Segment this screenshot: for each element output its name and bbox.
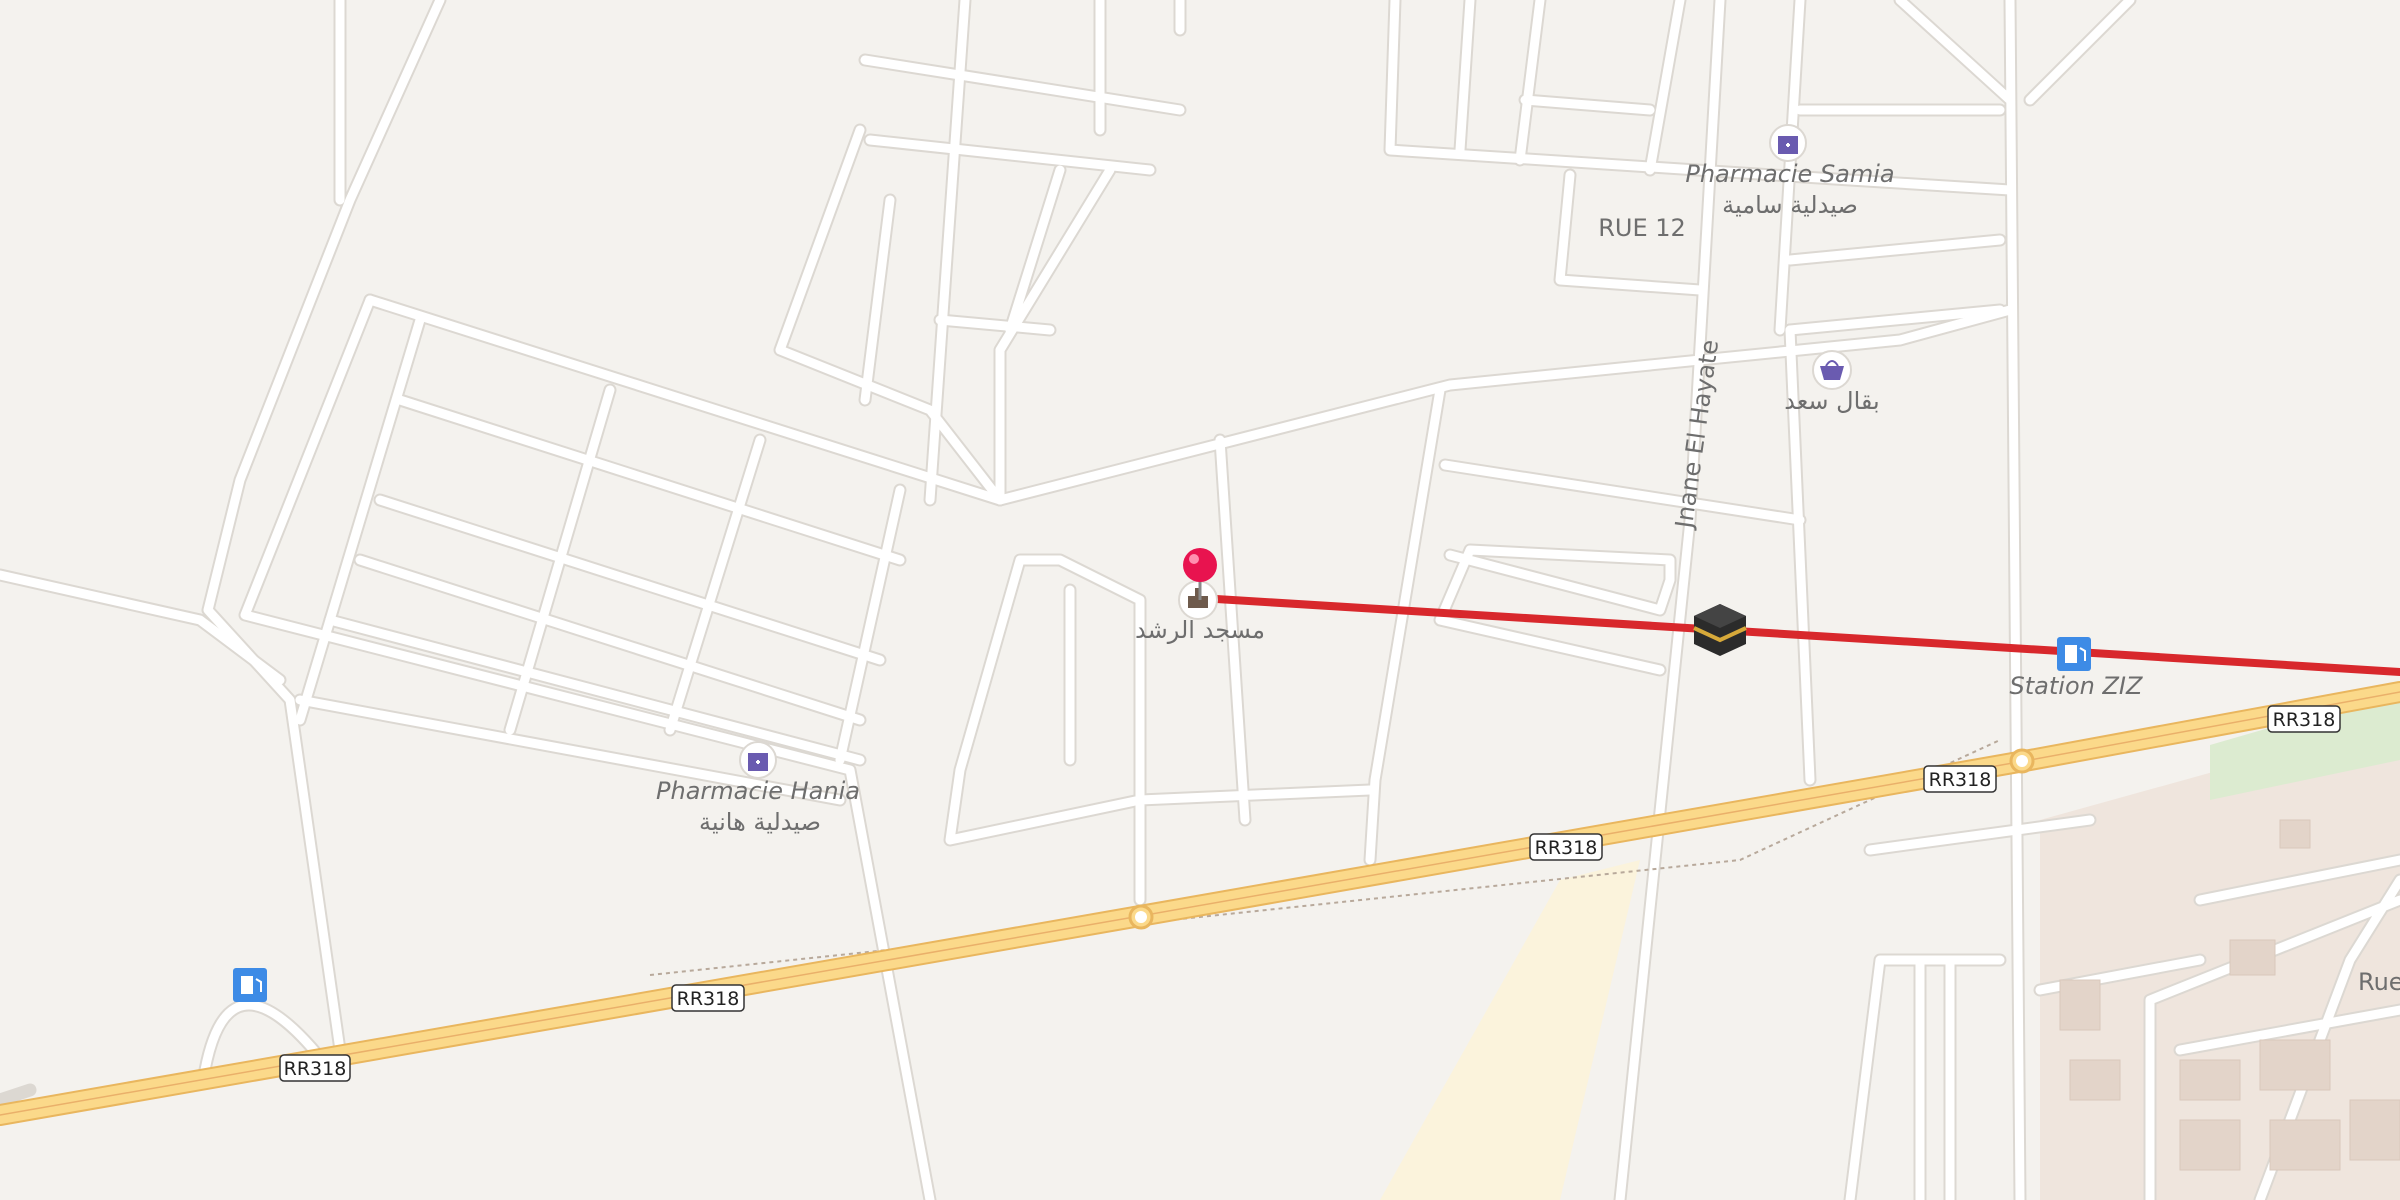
svg-text:RR318: RR318: [2273, 709, 2336, 731]
route-shield-3: RR318: [1529, 833, 1603, 861]
poi-label: Pharmacie Samia: [1685, 160, 1894, 188]
poi-fuel[interactable]: [233, 968, 267, 1002]
street-label-rue: Rue: [2358, 968, 2400, 996]
route-shield-5: RR318: [2267, 705, 2341, 733]
poi-label-ar: صيدلية هانية: [699, 808, 821, 836]
poi-label: Station ZIZ: [2010, 672, 2143, 700]
svg-text:RR318: RR318: [284, 1058, 347, 1080]
poi-label-ar: مسجد الرشد: [1135, 616, 1265, 644]
poi-label-ar: بقال سعد: [1784, 387, 1879, 415]
poi-label: Pharmacie Hania: [656, 777, 860, 805]
route-shield-4: RR318: [1923, 765, 1997, 793]
route-shield-1: RR318: [279, 1054, 351, 1082]
map-canvas[interactable]: RR318 RR318 RR318 RR318 RR318 Pharmacie …: [0, 0, 2400, 1200]
svg-text:RR318: RR318: [1535, 837, 1598, 859]
svg-text:RR318: RR318: [677, 988, 740, 1010]
poi-label-ar: صيدلية سامية: [1722, 191, 1858, 219]
route-shield-2: RR318: [671, 984, 745, 1012]
svg-text:RR318: RR318: [1929, 769, 1992, 791]
street-label-rue12: RUE 12: [1598, 214, 1686, 242]
